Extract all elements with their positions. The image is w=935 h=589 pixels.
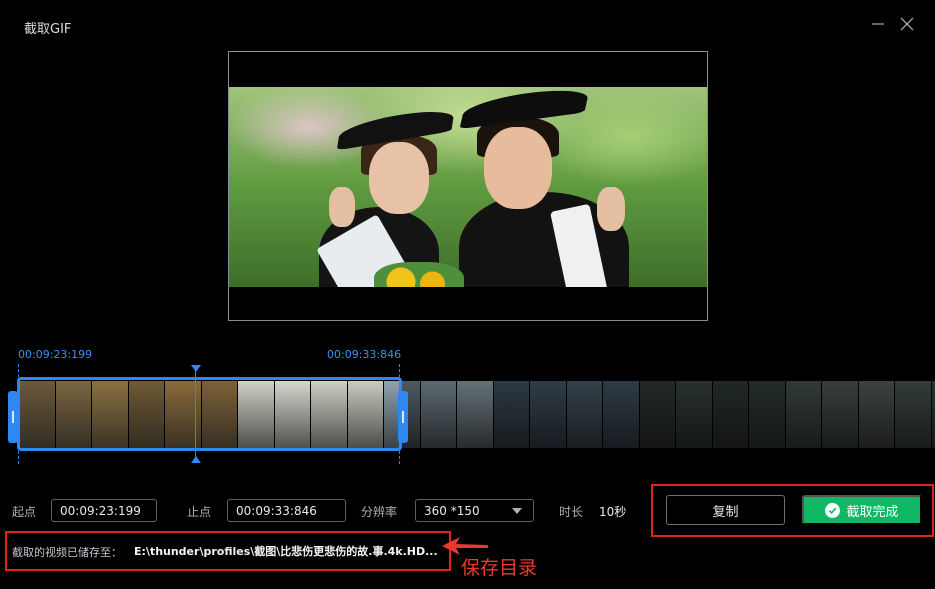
playhead-bottom-marker[interactable] [191, 456, 201, 463]
close-button[interactable] [897, 14, 917, 34]
graduate-left-face [369, 142, 429, 214]
duration-label: 时长 [559, 505, 584, 519]
filmstrip-frame[interactable] [566, 381, 602, 448]
filmstrip-frame[interactable] [858, 381, 894, 448]
preview-frame [229, 87, 707, 287]
start-time-input[interactable] [51, 499, 157, 522]
check-circle-icon [825, 502, 841, 518]
filmstrip-frame[interactable] [639, 381, 675, 448]
graduate-left-hand [329, 187, 355, 227]
end-label: 止点 [187, 505, 212, 519]
filmstrip-frame[interactable] [676, 381, 712, 448]
playhead-top-marker[interactable] [191, 365, 201, 372]
end-drag-handle[interactable] [398, 391, 408, 443]
start-timecode-label: 00:09:23:199 [18, 348, 93, 361]
start-drag-handle[interactable] [8, 391, 18, 443]
close-icon [900, 17, 914, 31]
filmstrip-frame[interactable] [420, 381, 456, 448]
sunflower-bouquet [374, 262, 464, 287]
filmstrip-frame[interactable] [530, 381, 566, 448]
duration-value: 10秒 [599, 505, 627, 519]
filmstrip-frame[interactable] [457, 381, 493, 448]
filmstrip-frame[interactable] [931, 381, 935, 448]
resolution-value: 360 *150 [424, 504, 480, 518]
filmstrip-frame[interactable] [712, 381, 748, 448]
chevron-down-icon [512, 508, 522, 514]
annotation-text: 保存目录 [461, 557, 538, 579]
filmstrip-frame[interactable] [493, 381, 529, 448]
filmstrip-frame[interactable] [603, 381, 639, 448]
start-label: 起点 [12, 505, 37, 519]
filmstrip-frame[interactable] [749, 381, 785, 448]
window-title: 截取GIF [24, 22, 72, 37]
minimize-button[interactable] [868, 14, 888, 34]
filmstrip-frame[interactable] [895, 381, 931, 448]
save-location-path[interactable]: E:\thunder\profiles\截图\比悲伤更悲伤的故.事.4k.HD.… [134, 543, 438, 559]
finish-capture-button[interactable]: 截取完成 [802, 495, 922, 525]
save-location-label: 截取的视频已储存至： [12, 546, 122, 559]
video-preview [228, 51, 708, 321]
end-time-input[interactable] [227, 499, 346, 522]
minimize-icon [872, 23, 884, 25]
copy-button[interactable]: 复制 [666, 495, 785, 525]
selection-range[interactable] [17, 377, 402, 451]
filmstrip-frame[interactable] [822, 381, 858, 448]
finish-capture-label: 截取完成 [846, 504, 899, 520]
end-timecode-label: 00:09:33:846 [327, 348, 402, 361]
filmstrip-frame[interactable] [785, 381, 821, 448]
graduate-right-face [484, 127, 552, 209]
graduate-right-hand [597, 187, 625, 231]
playhead[interactable] [195, 370, 196, 462]
resolution-label: 分辨率 [361, 505, 398, 519]
